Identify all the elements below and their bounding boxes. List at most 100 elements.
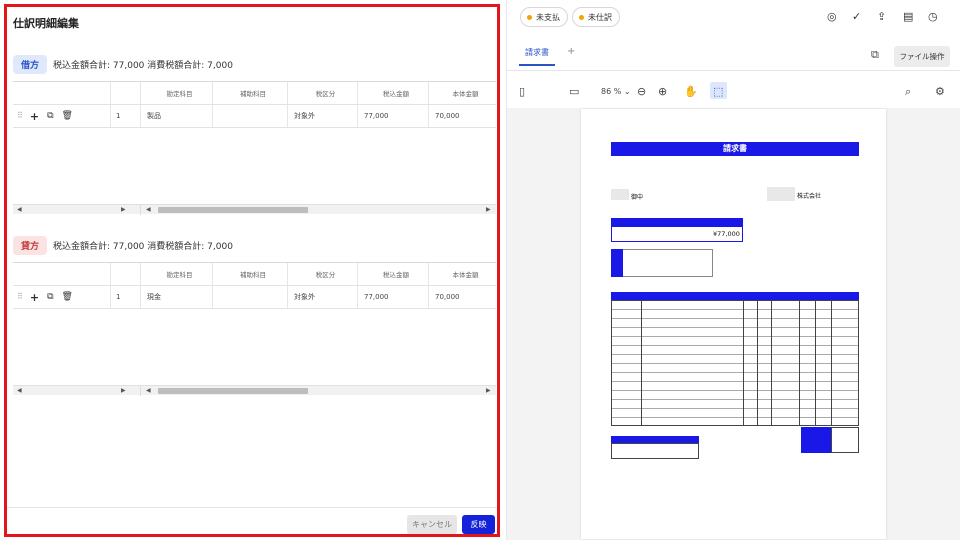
copy-icon[interactable]: ⧉ <box>47 292 53 302</box>
customer-suffix: 御中 <box>631 194 644 201</box>
zoom-select[interactable]: 86 % ⌄ <box>601 87 631 96</box>
drag-handle-icon[interactable]: ⠿ <box>17 293 23 301</box>
zoom-out-icon[interactable]: ⊖ <box>637 85 646 98</box>
table-row[interactable]: ⠿ + ⧉ 🗑 1 製品 対象外 77,000 70,000 <box>13 105 496 128</box>
table-col-line <box>815 300 816 426</box>
drag-handle-icon[interactable]: ⠿ <box>17 112 23 120</box>
scroll-right-icon[interactable]: ▶ <box>121 387 126 394</box>
table-col-line <box>771 300 772 426</box>
zoom-in-icon[interactable]: ⊕ <box>658 85 667 98</box>
cell-sub-account[interactable] <box>213 286 288 308</box>
totals-value-col <box>831 427 859 453</box>
table-col-line <box>743 300 744 426</box>
credit-badge: 貸方 <box>13 236 48 255</box>
totals-label-col <box>801 427 831 453</box>
status-chip-unpaid[interactable]: 未支払 <box>520 7 568 27</box>
cell-sub-account[interactable] <box>213 105 288 127</box>
credit-horizontal-scrollbar[interactable]: ◀ ▶ ◀ ▶ <box>13 385 496 396</box>
viewer-toolbar: ▯ ▭ 86 % ⌄ ⊖ ⊕ ✋ ⬚ ⌕ ⚙ <box>507 78 960 106</box>
invoice-amount: ¥77,000 <box>713 230 740 238</box>
bank-info-box <box>611 249 713 277</box>
add-tab-button[interactable]: + <box>567 46 575 57</box>
col-sub-account[interactable]: 補助科目 <box>213 82 288 104</box>
cell-amount-base[interactable]: 70,000 <box>429 105 496 127</box>
copy-icon[interactable]: ⧉ <box>47 111 53 121</box>
col-amount-base[interactable]: 本体金額 <box>429 263 496 285</box>
scroll-left-icon[interactable]: ◀ <box>17 206 22 213</box>
redacted-block <box>767 187 795 201</box>
no-header <box>111 263 141 285</box>
status-chip-unjournaled[interactable]: 未仕訳 <box>572 7 620 27</box>
add-row-icon[interactable]: + <box>30 292 39 303</box>
cell-tax-category[interactable]: 対象外 <box>288 105 358 127</box>
user-circle-icon[interactable]: ◎ <box>827 10 837 23</box>
page-icon[interactable]: ▭ <box>569 85 579 98</box>
select-area-icon[interactable]: ⬚ <box>713 85 723 98</box>
cancel-button[interactable]: キャンセル <box>407 515 457 534</box>
scroll-thumb[interactable] <box>158 207 308 213</box>
table-col-line <box>831 300 832 426</box>
cell-amount-incl[interactable]: 77,000 <box>358 286 429 308</box>
cell-tax-category[interactable]: 対象外 <box>288 286 358 308</box>
col-sub-account[interactable]: 補助科目 <box>213 263 288 285</box>
trash-icon[interactable]: 🗑 <box>62 111 73 121</box>
table-col-line <box>757 300 758 426</box>
col-account[interactable]: 勘定科目 <box>141 263 213 285</box>
file-action-button[interactable]: ファイル操作 <box>894 46 950 67</box>
tab-invoice[interactable]: 請求書 <box>525 47 549 58</box>
open-external-icon[interactable]: ⧉ <box>871 48 879 62</box>
cell-amount-incl[interactable]: 77,000 <box>358 105 429 127</box>
document-viewer-panel: 未支払 未仕訳 ◎ ✓ ⇪ ▤ ◷ 請求書 + ⧉ ファイル操作 ▯ ▭ 86 … <box>507 0 960 540</box>
cell-account[interactable]: 製品 <box>141 105 213 127</box>
apply-button[interactable]: 反映 <box>462 515 495 534</box>
scroll-right-icon[interactable]: ▶ <box>121 206 126 213</box>
issuer-company: 株式会社 <box>797 193 822 200</box>
items-table <box>611 300 859 426</box>
col-tax-category[interactable]: 税区分 <box>288 263 358 285</box>
add-row-icon[interactable]: + <box>30 111 39 122</box>
trash-icon[interactable]: 🗑 <box>62 292 73 302</box>
hand-pan-icon[interactable]: ✋ <box>684 85 698 98</box>
tools-header <box>13 263 111 285</box>
scroll-left-icon[interactable]: ◀ <box>146 387 151 394</box>
invoice-title: 請求書 <box>611 142 859 156</box>
scroll-left-icon[interactable]: ◀ <box>146 206 151 213</box>
status-dot-icon <box>527 14 532 20</box>
settings-gear-icon[interactable]: ⚙ <box>935 85 945 98</box>
document-canvas[interactable]: 請求書 御中 株式会社 ご請求金額(税込) ¥77,000 <box>507 108 960 540</box>
scroll-left-icon[interactable]: ◀ <box>17 387 22 394</box>
debit-grid: 勘定科目 補助科目 税区分 税込金額 本体金額 ⠿ + ⧉ 🗑 1 製品 対象外… <box>13 81 496 128</box>
share-icon[interactable]: ⇪ <box>877 10 886 23</box>
check-icon[interactable]: ✓ <box>852 10 861 23</box>
debit-horizontal-scrollbar[interactable]: ◀ ▶ ◀ ▶ <box>13 204 496 215</box>
credit-grid-header: 勘定科目 補助科目 税区分 税込金額 本体金額 <box>13 263 496 286</box>
chip-label: 未仕訳 <box>588 12 612 22</box>
tax-summary-header <box>611 436 699 443</box>
cell-amount-base[interactable]: 70,000 <box>429 286 496 308</box>
col-tax-category[interactable]: 税区分 <box>288 82 358 104</box>
active-tab-indicator <box>519 64 555 66</box>
redacted-block <box>611 189 629 200</box>
app-root: 仕訳明細編集 借方 税込金額合計: 77,000 消費税額合計: 7,000 勘… <box>0 0 960 540</box>
table-row[interactable]: ⠿ + ⧉ 🗑 1 現金 対象外 77,000 70,000 <box>13 286 496 309</box>
journal-detail-panel: 仕訳明細編集 借方 税込金額合計: 77,000 消費税額合計: 7,000 勘… <box>4 4 500 537</box>
no-header <box>111 82 141 104</box>
scroll-thumb[interactable] <box>158 388 308 394</box>
debit-grid-header: 勘定科目 補助科目 税区分 税込金額 本体金額 <box>13 82 496 105</box>
col-amount-incl[interactable]: 税込金額 <box>358 263 429 285</box>
comment-icon[interactable]: ▤ <box>903 10 913 23</box>
footer-divider <box>7 507 497 508</box>
cell-account[interactable]: 現金 <box>141 286 213 308</box>
col-amount-incl[interactable]: 税込金額 <box>358 82 429 104</box>
credit-summary: 税込金額合計: 77,000 消費税額合計: 7,000 <box>53 242 233 252</box>
history-clock-icon[interactable]: ◷ <box>928 10 938 23</box>
scroll-right-icon[interactable]: ▶ <box>486 206 491 213</box>
row-tools: ⠿ + ⧉ 🗑 <box>13 286 111 308</box>
col-account[interactable]: 勘定科目 <box>141 82 213 104</box>
sidebar-toggle-icon[interactable]: ▯ <box>519 85 525 98</box>
col-amount-base[interactable]: 本体金額 <box>429 82 496 104</box>
status-dot-icon <box>579 14 584 20</box>
debit-badge: 借方 <box>13 55 48 74</box>
search-icon[interactable]: ⌕ <box>905 85 911 99</box>
scroll-right-icon[interactable]: ▶ <box>486 387 491 394</box>
